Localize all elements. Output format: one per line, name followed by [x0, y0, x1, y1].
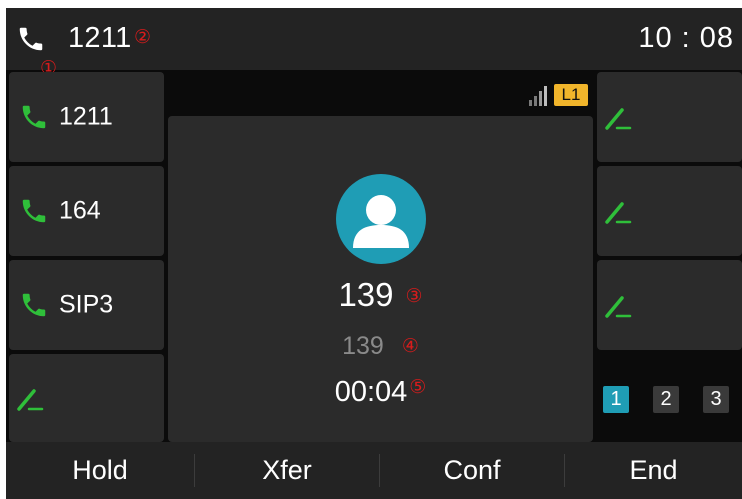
line-key-label: 164 [59, 196, 101, 225]
phone-icon [22, 105, 46, 129]
signal-strength-icon [529, 86, 547, 106]
annotation-marker-3: ③ [405, 285, 423, 307]
line-key-label: SIP3 [59, 290, 114, 319]
softkey-bar: Hold Xfer Conf End [6, 442, 742, 499]
page-2-button[interactable]: 2 [653, 386, 679, 413]
line-key-3[interactable]: SIP3 [9, 260, 164, 350]
phone-handset-icon [19, 27, 43, 51]
conference-button[interactable]: Conf [380, 442, 564, 499]
pencil-icon [17, 389, 44, 411]
hold-button[interactable]: Hold [6, 442, 194, 499]
call-panel: 139 ③ 139 ④ 00:04 ⑤ [168, 116, 593, 442]
line-key-right-3[interactable] [597, 260, 742, 350]
line-key-2[interactable]: 164 [9, 166, 164, 256]
pencil-icon [605, 108, 632, 130]
clock: 10 : 08 [638, 22, 734, 54]
line-key-label: 1211 [59, 102, 113, 131]
annotation-marker-2: ② [134, 26, 152, 48]
line-key-right-2[interactable] [597, 166, 742, 256]
annotation-marker-5: ⑤ [409, 376, 427, 398]
phone-icon [22, 199, 46, 223]
pencil-icon [605, 296, 632, 318]
pencil-icon [605, 202, 632, 224]
phone-screen: 1211 ② ① 10 : 08 1211 164 SIP3 L1 139 ③ … [6, 8, 742, 499]
contact-avatar-icon [336, 174, 426, 264]
page-1-button[interactable]: 1 [603, 386, 629, 413]
line-key-right-1[interactable] [597, 72, 742, 162]
annotation-marker-4: ④ [401, 335, 419, 357]
status-bar: 1211 ② ① 10 : 08 [6, 8, 742, 78]
transfer-button[interactable]: Xfer [195, 442, 379, 499]
page-3-button[interactable]: 3 [703, 386, 729, 413]
call-duration: 00:04 ⑤ [334, 376, 427, 408]
contact-number: 139 ④ [342, 332, 419, 360]
contact-name: 139 ③ [338, 276, 423, 313]
phone-icon [22, 293, 46, 317]
account-label: 1211 [68, 22, 132, 54]
line-key-4[interactable] [9, 354, 164, 442]
line-badge: L1 [554, 84, 588, 106]
line-key-1[interactable]: 1211 [9, 72, 164, 162]
end-call-button[interactable]: End [565, 442, 742, 499]
